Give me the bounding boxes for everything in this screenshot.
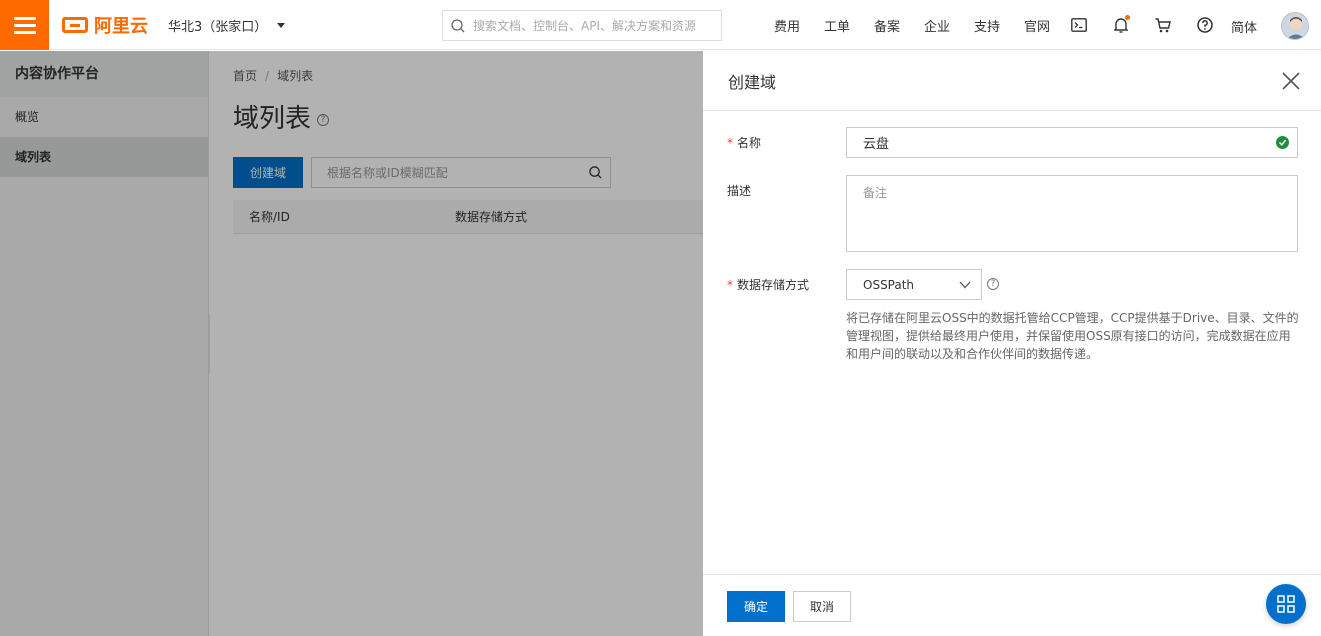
region-selector[interactable]: 华北3（张家口）	[168, 16, 286, 35]
drawer-title: 创建域	[728, 73, 777, 92]
drawer-backdrop[interactable]	[0, 51, 703, 636]
hamburger-line	[13, 16, 36, 20]
name-field	[846, 127, 1298, 158]
description-label: 描述	[727, 184, 752, 198]
name-input[interactable]	[863, 135, 1276, 150]
grid-apps-icon[interactable]	[1266, 584, 1306, 624]
notification-dot	[1125, 15, 1130, 20]
hamburger-line	[13, 30, 36, 34]
cart-icon[interactable]	[1142, 0, 1184, 50]
nav-enterprise[interactable]: 企业	[912, 16, 962, 35]
storage-type-select[interactable]: OSSPath	[846, 269, 982, 300]
help-icon[interactable]	[1184, 0, 1226, 50]
nav-tickets[interactable]: 工单	[812, 16, 862, 35]
chevron-down-icon	[959, 281, 971, 288]
top-nav: 费用 工单 备案 企业 支持 官网	[762, 0, 1062, 50]
storage-type-description: 将已存储在阿里云OSS中的数据托管给CCP管理，CCP提供基于Drive、目录、…	[846, 311, 1299, 361]
language-switch[interactable]: 简体	[1231, 17, 1257, 36]
description-textarea[interactable]	[846, 175, 1298, 252]
footer-divider	[703, 574, 1321, 575]
nav-support[interactable]: 支持	[962, 16, 1012, 35]
drawer-divider	[703, 110, 1321, 111]
user-avatar[interactable]	[1281, 12, 1309, 40]
terminal-icon[interactable]	[1058, 0, 1100, 50]
required-mark: *	[727, 278, 733, 292]
close-icon[interactable]	[1279, 69, 1303, 93]
caret-down-icon	[277, 23, 286, 28]
top-bar: 阿里云 华北3（张家口） 费用 工单 备案 企业 支持 官网 简体	[0, 0, 1321, 50]
check-circle-icon	[1276, 136, 1289, 149]
name-label: * 名称	[727, 136, 762, 150]
aliyun-logo[interactable]: 阿里云	[62, 14, 148, 37]
cancel-button[interactable]: 取消	[793, 591, 851, 622]
region-label: 华北3（张家口）	[168, 20, 268, 35]
help-circle-icon[interactable]: ?	[987, 278, 999, 290]
global-search-input[interactable]	[473, 18, 713, 33]
required-mark: *	[727, 136, 733, 150]
nav-icp[interactable]: 备案	[862, 16, 912, 35]
nav-official-site[interactable]: 官网	[1012, 16, 1062, 35]
hamburger-menu-button[interactable]	[0, 0, 49, 50]
nav-fees[interactable]: 费用	[762, 16, 812, 35]
top-icon-group	[1058, 0, 1226, 50]
create-domain-drawer: 创建域 *名称 描述 *数据存储方式 OSSPath ? 将已存储在阿里云OSS…	[703, 51, 1321, 636]
hamburger-line	[13, 23, 36, 27]
confirm-button[interactable]: 确定	[727, 591, 785, 622]
bell-icon[interactable]	[1100, 0, 1142, 50]
storage-type-value: OSSPath	[863, 277, 915, 292]
aliyun-logo-text: 阿里云	[94, 16, 148, 37]
aliyun-logo-mark-icon	[62, 17, 88, 33]
global-search[interactable]	[442, 10, 722, 41]
search-icon	[451, 18, 465, 32]
storage-type-label: * 数据存储方式	[727, 278, 810, 292]
